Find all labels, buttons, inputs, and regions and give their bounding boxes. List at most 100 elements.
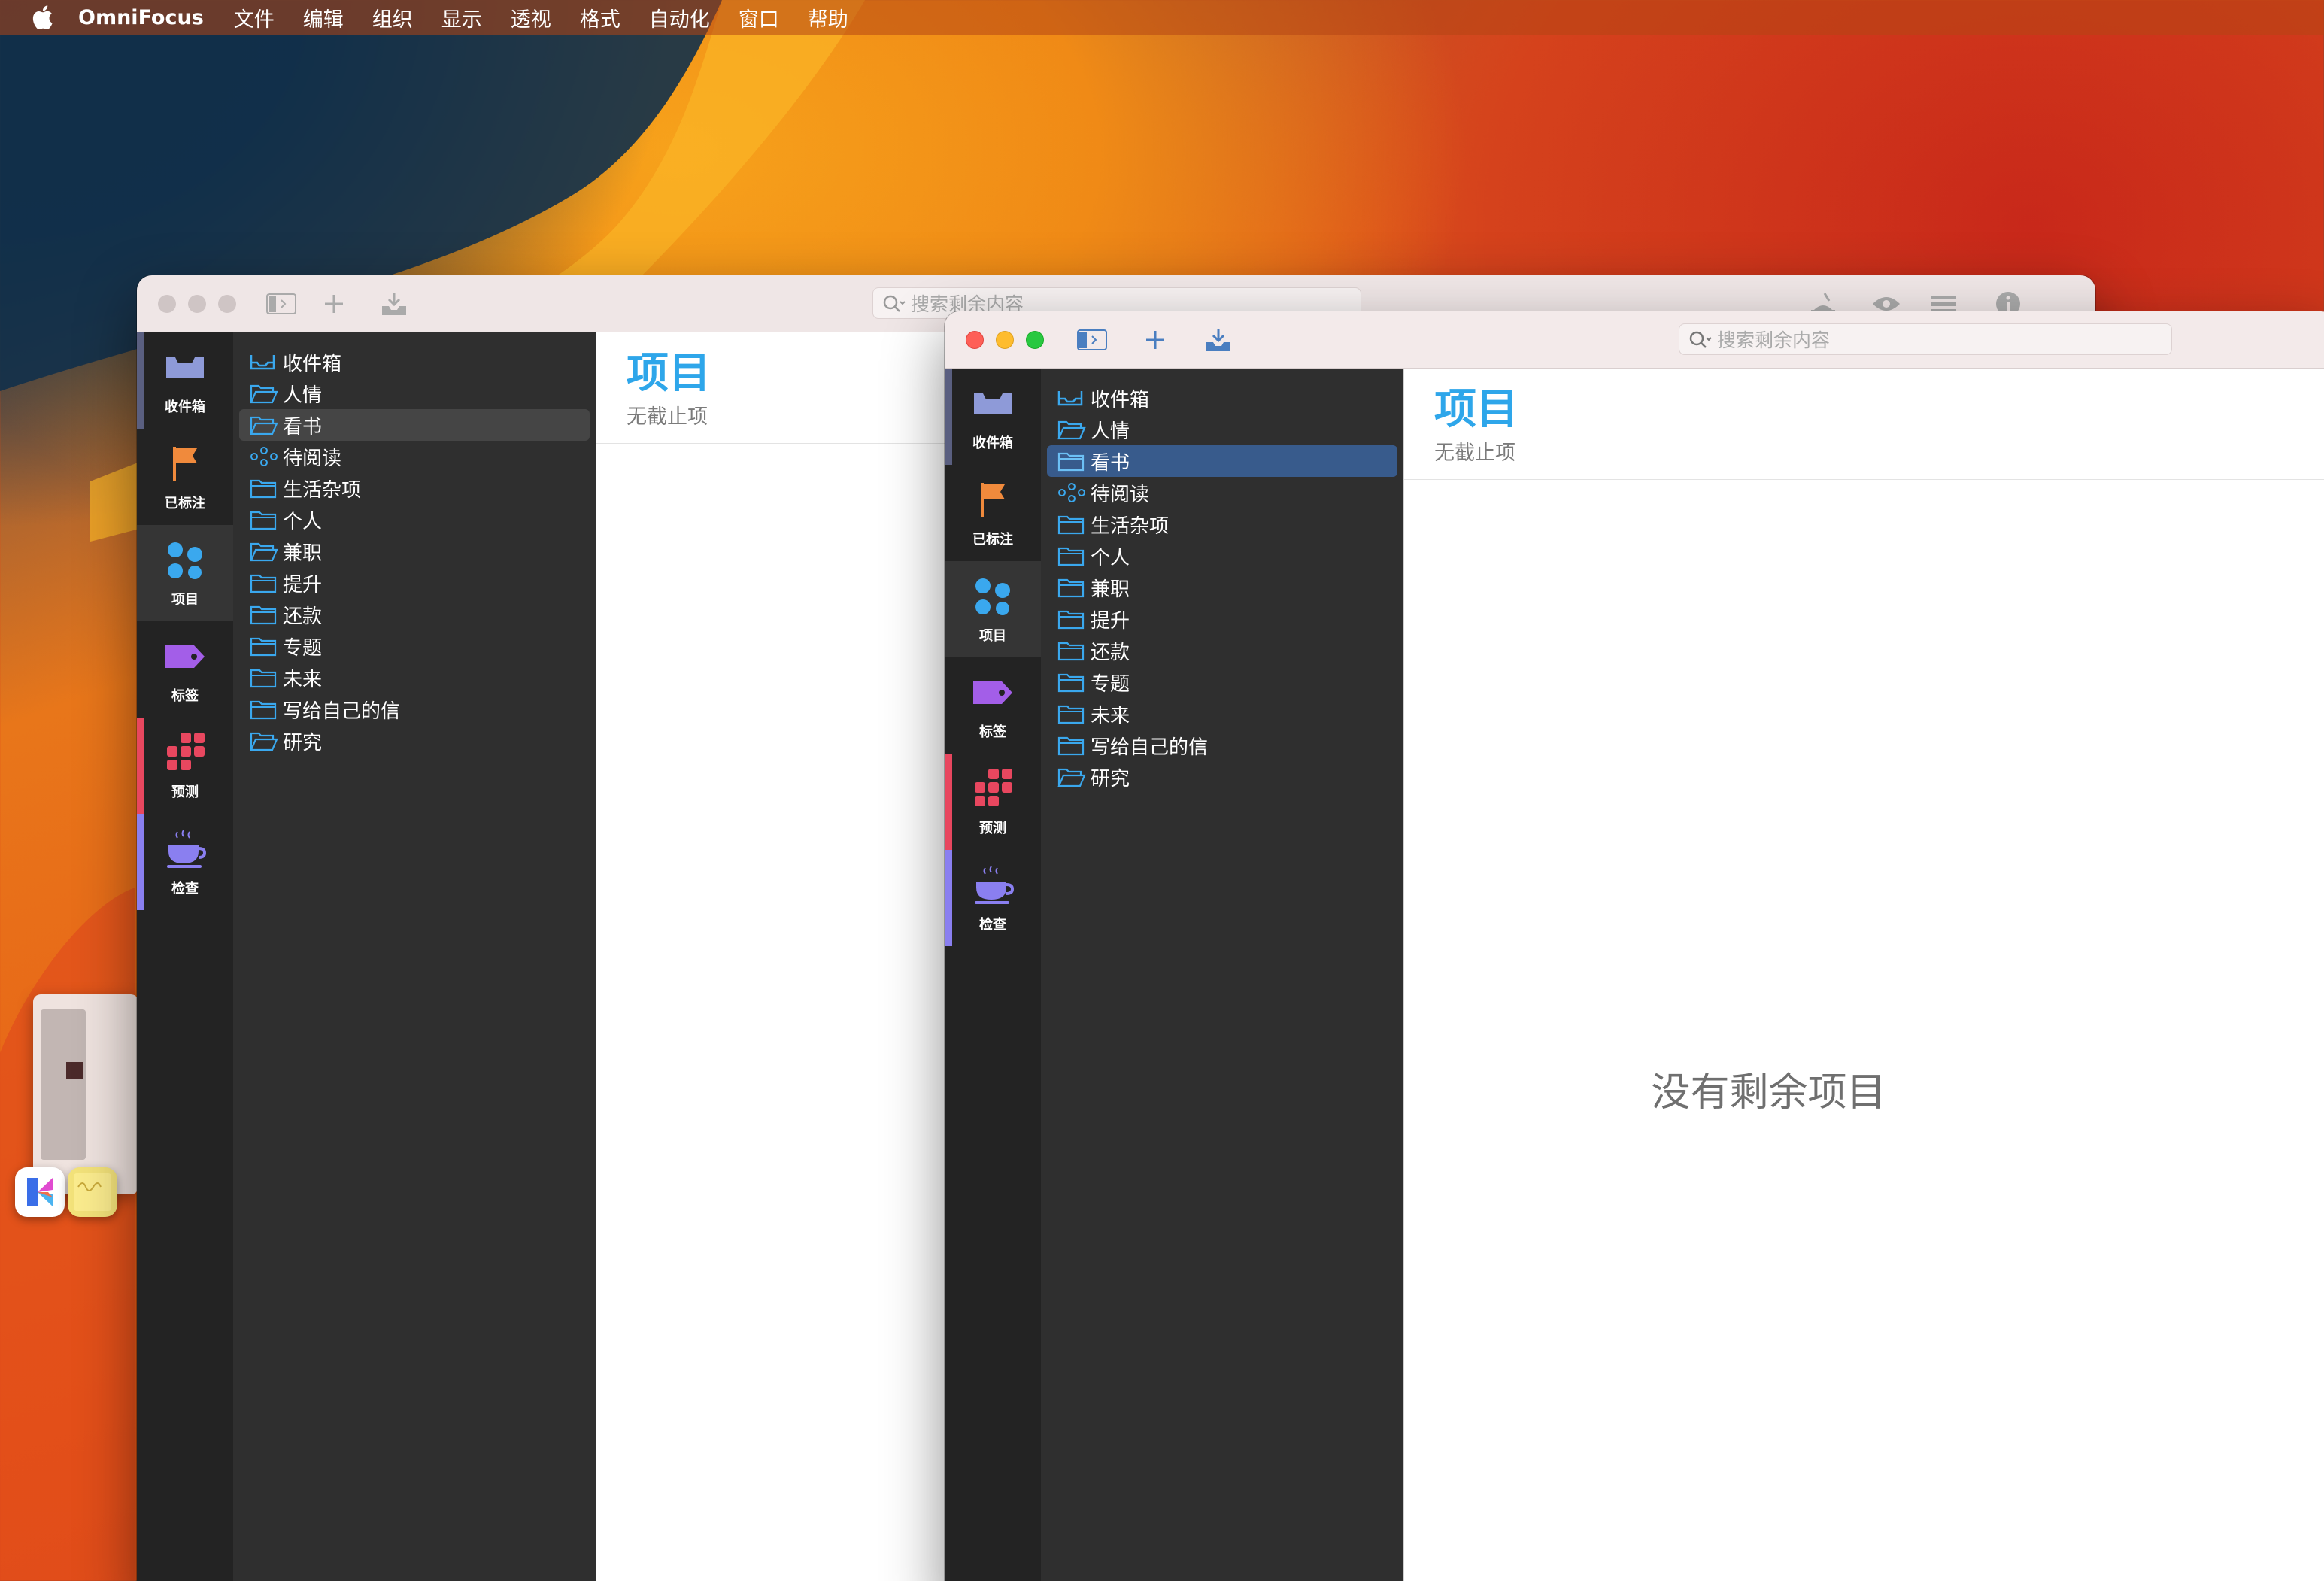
folder-icon [1057,452,1085,472]
zoom-button[interactable] [218,295,236,313]
menu-file[interactable]: 文件 [234,3,275,32]
forecast-icon [975,769,1012,806]
inbox-download-icon [382,293,406,315]
flag-icon [173,447,197,481]
inbox-icon [974,393,1012,414]
sidebar-item-xiegei[interactable]: 写给自己的信 [239,693,590,725]
sidebar-item-huankuan[interactable]: 还款 [1047,635,1397,666]
rail-inbox[interactable]: 收件箱 [137,332,233,429]
folder-icon [1057,642,1085,661]
search-placeholder: 搜索剩余内容 [1717,329,1831,351]
folder-open-icon [250,384,278,404]
sidebar-item-tisheng[interactable]: 提升 [1047,603,1397,635]
rail-forecast[interactable]: 预测 [137,718,233,814]
folder-icon [1057,515,1085,535]
sidebar-item-zhuanti[interactable]: 专题 [1047,666,1397,698]
menu-view[interactable]: 显示 [441,3,482,32]
sidebar-toggle-icon [1077,329,1107,350]
folder-icon [250,700,277,720]
sequential-project-icon [250,447,278,466]
search-icon [1689,331,1712,348]
window-thumbnail[interactable] [33,994,138,1194]
sidebar-toggle-button[interactable] [265,287,298,320]
sidebar-item-kanshu[interactable]: 看书 [239,409,590,441]
titlebar: 搜索剩余内容 [945,311,2324,369]
add-item-button[interactable] [1139,323,1172,357]
menu-automation[interactable]: 自动化 [649,3,710,32]
review-icon [975,866,1014,904]
page-subtitle: 无截止项 [1434,442,1515,465]
rail-projects[interactable]: 项目 [945,561,1041,657]
folder-icon [250,637,277,657]
quick-entry-button[interactable] [1202,323,1235,357]
sidebar-toggle-button[interactable] [1076,323,1109,357]
search-icon [883,295,906,312]
sidebar-item-geren[interactable]: 个人 [1047,540,1397,572]
sidebar-item-yanjiu[interactable]: 研究 [1047,761,1397,793]
folder-icon [250,574,277,593]
sidebar-item-zhuanti[interactable]: 专题 [239,630,590,662]
rail-flagged[interactable]: 已标注 [137,429,233,525]
sidebar-item-jianzhi[interactable]: 兼职 [239,536,590,567]
zoom-button[interactable] [1026,331,1044,349]
sidebar-item-weilai[interactable]: 未来 [239,662,590,693]
omnifocus-dock-icon[interactable] [15,1167,65,1217]
rail-review[interactable]: 检查 [137,814,233,910]
review-icon [167,830,206,868]
empty-state-message: 没有剩余项目 [1651,1070,1886,1115]
folder-icon [1057,578,1085,598]
page-title: 项目 [1434,385,1518,434]
add-item-button[interactable] [317,287,350,320]
menu-organize[interactable]: 组织 [372,3,413,32]
rail-flagged[interactable]: 已标注 [945,465,1041,561]
sidebar-item-shenghuo[interactable]: 生活杂项 [1047,508,1397,540]
sidebar-item-daiyuedu[interactable]: 待阅读 [239,441,590,472]
sidebar-item-weilai[interactable]: 未来 [1047,698,1397,730]
sidebar-item-yanjiu[interactable]: 研究 [239,725,590,757]
projects-icon [975,578,1010,615]
sidebar-item-tisheng[interactable]: 提升 [239,567,590,599]
minimize-button[interactable] [188,295,206,313]
quick-entry-button[interactable] [378,287,411,320]
sidebar-item-xiegei[interactable]: 写给自己的信 [1047,730,1397,761]
apple-menu-icon[interactable] [27,2,57,32]
sidebar-item-kanshu[interactable]: 看书 [1047,445,1397,477]
sidebar-item-geren[interactable]: 个人 [239,504,590,536]
close-button[interactable] [966,331,984,349]
folder-icon [250,669,277,688]
minimize-button[interactable] [996,331,1014,349]
sidebar-item-inbox[interactable]: 收件箱 [1047,382,1397,414]
sidebar-item-huankuan[interactable]: 还款 [239,599,590,630]
omnifocus-window-front[interactable]: 搜索剩余内容 收件箱 已标注 项目 标签 预测 检查 收件箱 人情 看书 待阅读… [945,311,2324,1581]
sidebar-item-shenghuo[interactable]: 生活杂项 [239,472,590,504]
sidebar-item-daiyuedu[interactable]: 待阅读 [1047,477,1397,508]
sidebar-item-jianzhi[interactable]: 兼职 [1047,572,1397,603]
rail-forecast[interactable]: 预测 [945,754,1041,850]
inbox-icon [166,357,204,378]
rail-review[interactable]: 检查 [945,850,1041,946]
stickies-dock-icon[interactable] [68,1167,117,1217]
sidebar-item-renqing[interactable]: 人情 [239,378,590,409]
menu-help[interactable]: 帮助 [808,3,848,32]
menu-edit[interactable]: 编辑 [303,3,344,32]
close-button[interactable] [158,295,176,313]
sidebar-item-renqing[interactable]: 人情 [1047,414,1397,445]
rail-tags[interactable]: 标签 [137,621,233,718]
plus-icon [325,295,343,313]
menu-perspectives[interactable]: 透视 [511,3,551,32]
search-field[interactable]: 搜索剩余内容 [1679,323,2172,355]
rail-projects[interactable]: 项目 [137,525,233,621]
folder-open-icon [250,542,278,562]
inbox-icon [250,355,275,370]
inbox-download-icon [1206,329,1230,351]
menu-format[interactable]: 格式 [580,3,620,32]
rail-inbox[interactable]: 收件箱 [945,369,1041,465]
menu-app-name[interactable]: OmniFocus [78,6,204,29]
rail-tags[interactable]: 标签 [945,657,1041,754]
project-sidebar: 收件箱 人情 看书 待阅读 生活杂项 个人 兼职 提升 还款 专题 未来 写给自… [1041,369,1403,1581]
tag-icon [165,645,205,668]
folder-icon [250,605,277,625]
folder-icon [1057,610,1085,630]
menu-window[interactable]: 窗口 [739,3,779,32]
sidebar-item-inbox[interactable]: 收件箱 [239,346,590,378]
